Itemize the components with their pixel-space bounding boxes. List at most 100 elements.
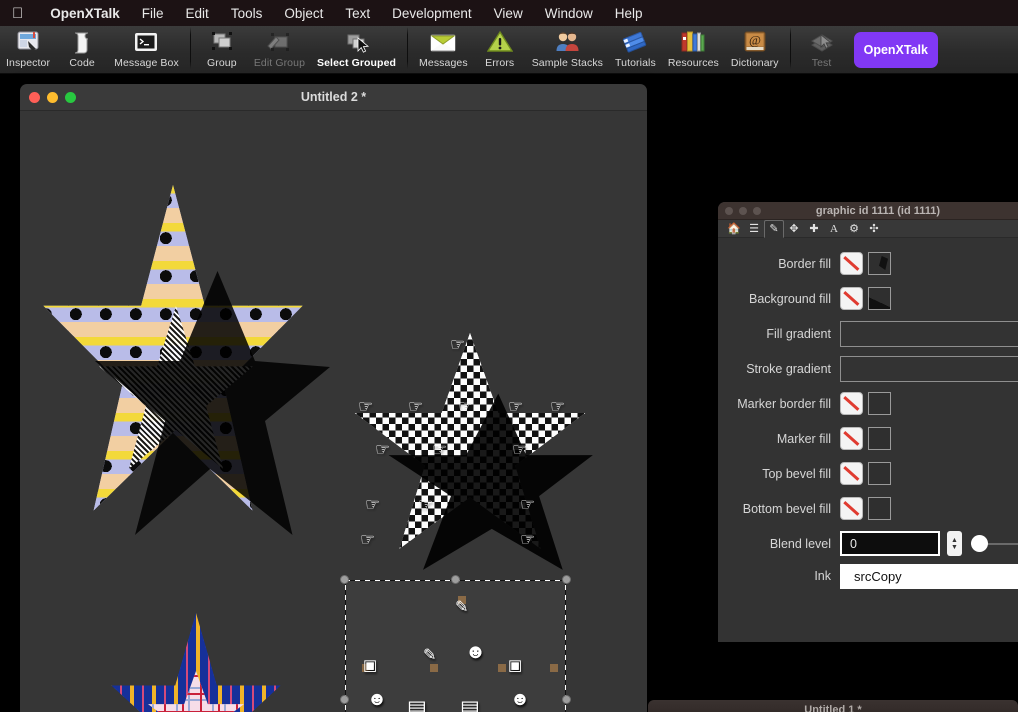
- menu-item-tools[interactable]: Tools: [220, 6, 274, 21]
- toolbar-label: Tutorials: [615, 57, 656, 69]
- menu-item-edit[interactable]: Edit: [175, 6, 220, 21]
- toolbar-label: Sample Stacks: [531, 57, 604, 69]
- fill-gradient-field[interactable]: [840, 320, 1018, 347]
- no-fill-button[interactable]: [840, 392, 863, 415]
- minimize-button[interactable]: [47, 92, 58, 103]
- warning-triangle-icon: [486, 28, 513, 56]
- resize-handle-n[interactable]: [451, 575, 460, 584]
- toolbar-label: Edit Group: [253, 57, 306, 69]
- menu-item-view[interactable]: View: [483, 6, 534, 21]
- menu-item-development[interactable]: Development: [381, 6, 483, 21]
- selected-graphic[interactable]: ✎ ▣ ✎ ☻ ▣ ☻ ▤ ▤ ☻ ✎ ▤ ☻ ☻ ☻ ☻: [340, 575, 571, 712]
- toolbar-button-resources[interactable]: Resources: [662, 26, 725, 74]
- document-title-bar[interactable]: Untitled 2 *: [20, 84, 647, 111]
- property-row-stroke-gradient: Stroke gradient: [718, 351, 1018, 386]
- ink-select[interactable]: srcCopy: [840, 563, 1018, 589]
- hand-cursor-icon: ☞: [432, 440, 448, 459]
- toolbar-button-edit-group[interactable]: Edit Group: [248, 26, 311, 74]
- point-handle[interactable]: [430, 664, 438, 672]
- toolbar-button-dictionary[interactable]: @ Dictionary: [725, 26, 785, 74]
- fill-swatch-button[interactable]: [868, 427, 891, 450]
- point-handle[interactable]: [550, 664, 558, 672]
- terminal-icon: [133, 28, 159, 56]
- bookshelf-icon: [679, 28, 707, 56]
- menu-item-object[interactable]: Object: [273, 6, 334, 21]
- tab-move-icon[interactable]: ✚: [804, 220, 824, 238]
- toolbar-button-code[interactable]: Code: [56, 26, 108, 74]
- menu-item-file[interactable]: File: [131, 6, 175, 21]
- toolbar-button-inspector[interactable]: Inspector: [0, 26, 56, 74]
- toolbar-button-group[interactable]: Group: [196, 26, 248, 74]
- fill-swatch-button[interactable]: [868, 497, 891, 520]
- palette-maximize-button[interactable]: [753, 207, 761, 215]
- toolbar-label: Inspector: [6, 57, 51, 69]
- point-handle[interactable]: [498, 664, 506, 672]
- resize-handle-w[interactable]: [340, 695, 349, 704]
- blend-level-input[interactable]: 0: [840, 531, 940, 556]
- menu-item-window[interactable]: Window: [534, 6, 604, 21]
- palette-title-bar[interactable]: graphic id 1111 (id 1111): [718, 202, 1018, 220]
- tab-home-icon[interactable]: 🏠: [724, 220, 744, 238]
- hand-cursor-icon: ☞: [365, 495, 381, 514]
- toolbar-button-message-box[interactable]: Message Box: [108, 26, 185, 74]
- toolbar-button-sample-stacks[interactable]: Sample Stacks: [526, 26, 609, 74]
- property-row-border-fill: Border fill: [718, 246, 1018, 281]
- slider-knob[interactable]: [971, 535, 988, 552]
- stepper-up-icon: ▲: [951, 536, 958, 544]
- property-label: Border fill: [778, 256, 831, 271]
- property-label: Background fill: [749, 291, 831, 306]
- paper-icon: ✎: [423, 647, 437, 664]
- no-fill-button[interactable]: [840, 462, 863, 485]
- fill-swatch-button[interactable]: [868, 462, 891, 485]
- no-fill-button[interactable]: [840, 497, 863, 520]
- fill-swatch-button[interactable]: [868, 287, 891, 310]
- toolbar-button-tutorials[interactable]: Tutorials: [609, 26, 662, 74]
- property-label: Bottom bevel fill: [742, 501, 831, 516]
- select-grouped-icon: [343, 28, 371, 56]
- fill-swatch-button[interactable]: [868, 392, 891, 415]
- menu-item-text[interactable]: Text: [334, 6, 381, 21]
- menu-item-openxtalk[interactable]: OpenXTalk: [39, 6, 131, 21]
- palette-traffic-lights: [725, 207, 761, 215]
- toolbar-button-test[interactable]: Test: [796, 26, 848, 74]
- maximize-button[interactable]: [65, 92, 76, 103]
- tab-resize-icon[interactable]: ✣: [864, 220, 884, 238]
- document-title: Untitled 2 *: [300, 90, 367, 104]
- blend-level-stepper[interactable]: ▲ ▼: [947, 531, 962, 556]
- resize-handle-e[interactable]: [562, 695, 571, 704]
- hand-cursor-icon: ☞: [375, 440, 391, 459]
- toolbar-button-select-grouped[interactable]: Select Grouped: [311, 26, 402, 74]
- fill-swatch-button[interactable]: [868, 252, 891, 275]
- toolbar-button-messages[interactable]: Messages: [413, 26, 474, 74]
- blend-level-slider[interactable]: [971, 531, 1018, 556]
- tab-gears-icon[interactable]: ⚙: [844, 220, 864, 238]
- svg-text:@: @: [749, 33, 761, 48]
- palette-body: Border fill Background fill Fill gradien…: [718, 238, 1018, 591]
- hand-cursor-icon: ☞: [418, 495, 434, 514]
- stack-canvas[interactable]: ☞ ☞ ☞ ☞ ☞ ☞ ☞ ☞ ☞ ☞ ☞ ☞ ☞ ☞ ✎ ▣ ✎ ☻ ▣ ☻ …: [20, 111, 647, 712]
- toolbar-button-errors[interactable]: Errors: [474, 26, 526, 74]
- resize-handle-nw[interactable]: [340, 575, 349, 584]
- no-fill-button[interactable]: [840, 287, 863, 310]
- menu-item-help[interactable]: Help: [604, 6, 654, 21]
- face-icon: ☻: [465, 641, 487, 663]
- apple-logo-icon[interactable]: : [12, 6, 23, 21]
- property-row-blend-level: Blend level 0 ▲ ▼: [718, 526, 1018, 561]
- palette-minimize-button[interactable]: [739, 207, 747, 215]
- no-fill-button[interactable]: [840, 252, 863, 275]
- openxtalk-brand-button[interactable]: OpenXTalk: [853, 32, 938, 68]
- paper-icon: ▣: [508, 657, 523, 674]
- tab-text-icon[interactable]: A: [824, 220, 844, 238]
- stroke-gradient-field[interactable]: [840, 355, 1018, 382]
- hand-cursor-icon: ☞: [360, 530, 376, 549]
- palette-close-button[interactable]: [725, 207, 733, 215]
- resize-handle-ne[interactable]: [562, 575, 571, 584]
- people-icon: [553, 28, 581, 56]
- tab-pencil-icon[interactable]: ✎: [764, 219, 784, 238]
- background-window[interactable]: Untitled 1 *: [648, 700, 1018, 712]
- tab-wand-icon[interactable]: ✥: [784, 220, 804, 238]
- close-button[interactable]: [29, 92, 40, 103]
- tab-layers-icon[interactable]: ☰: [744, 220, 764, 238]
- no-fill-button[interactable]: [840, 427, 863, 450]
- hand-cursor-icon: ☞: [550, 397, 566, 416]
